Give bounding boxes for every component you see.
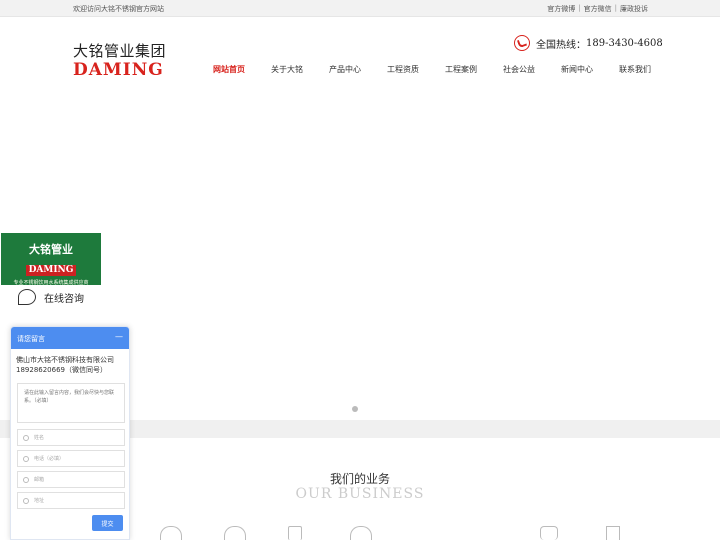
pipe-icon[interactable] bbox=[160, 526, 182, 540]
wechat-link[interactable]: 官方微信 bbox=[584, 4, 612, 14]
name-field[interactable]: 姓名 bbox=[17, 429, 125, 446]
logo-english: DAMING bbox=[73, 60, 164, 80]
logo[interactable]: 大铭管业集团 DAMING bbox=[73, 40, 168, 80]
phone-field[interactable]: 电话（必填） bbox=[17, 450, 125, 467]
house-icon[interactable] bbox=[606, 526, 620, 540]
separator: | bbox=[614, 4, 617, 12]
phone-icon bbox=[514, 35, 530, 51]
elbow-icon[interactable] bbox=[224, 526, 246, 540]
submit-button[interactable]: 提交 bbox=[92, 515, 123, 531]
minimize-button[interactable]: — bbox=[115, 332, 123, 341]
header: 大铭管业集团 DAMING 全国热线： 189-3430-4608 网站首页 关… bbox=[0, 17, 720, 92]
message-textarea[interactable] bbox=[17, 383, 125, 423]
panel-header[interactable]: 请您留言 — bbox=[11, 327, 129, 349]
company-phone: 18928620669（微信同号） bbox=[16, 366, 107, 374]
address-placeholder: 地址 bbox=[34, 498, 45, 504]
complaint-link[interactable]: 廉政投诉 bbox=[620, 4, 648, 14]
main-nav: 网站首页 关于大铭 产品中心 工程资质 工程案例 社会公益 新闻中心 联系我们 bbox=[200, 64, 664, 75]
nav-item-contact[interactable]: 联系我们 bbox=[606, 64, 664, 75]
online-consult[interactable]: 在线咨询 bbox=[18, 289, 84, 305]
nav-item-cases[interactable]: 工程案例 bbox=[432, 64, 490, 75]
nav-item-news[interactable]: 新闻中心 bbox=[548, 64, 606, 75]
hotline: 全国热线： 189-3430-4608 bbox=[514, 35, 663, 51]
weibo-link[interactable]: 官方微博 bbox=[547, 4, 575, 14]
user-icon bbox=[23, 434, 29, 441]
company-name: 佛山市大铭不锈钢科技有限公司 bbox=[16, 356, 114, 364]
chat-icon bbox=[18, 289, 36, 305]
tee-icon[interactable] bbox=[288, 526, 302, 540]
badge-slogan: 专业不锈钢饮用水系统集成供应商 bbox=[13, 280, 89, 286]
nav-item-qualifications[interactable]: 工程资质 bbox=[374, 64, 432, 75]
logo-chinese: 大铭管业集团 bbox=[73, 42, 167, 60]
welcome-text: 欢迎访问大铭不锈钢官方网站 bbox=[73, 5, 164, 13]
badge-title: 大铭管业 bbox=[29, 243, 73, 256]
phone-icon bbox=[23, 455, 29, 462]
slider-dot[interactable] bbox=[352, 406, 358, 412]
valve-icon[interactable] bbox=[540, 526, 558, 540]
company-info: 佛山市大铭不锈钢科技有限公司 18928620669（微信同号） bbox=[11, 349, 129, 375]
nav-item-products[interactable]: 产品中心 bbox=[316, 64, 374, 75]
email-field[interactable]: 邮箱 bbox=[17, 471, 125, 488]
top-bar: 欢迎访问大铭不锈钢官方网站 官方微博 | 官方微信 | 廉政投诉 bbox=[0, 0, 720, 17]
separator: | bbox=[578, 4, 581, 12]
location-icon bbox=[23, 497, 29, 504]
badge-english: DAMING bbox=[25, 265, 77, 276]
bend-icon[interactable] bbox=[350, 526, 372, 540]
address-field[interactable]: 地址 bbox=[17, 492, 125, 509]
nav-item-charity[interactable]: 社会公益 bbox=[490, 64, 548, 75]
side-brand-badge[interactable]: 大铭管业 DAMING 专业不锈钢饮用水系统集成供应商 bbox=[1, 233, 101, 286]
message-panel: 请您留言 — 佛山市大铭不锈钢科技有限公司 18928620669（微信同号） … bbox=[10, 326, 130, 540]
mail-icon bbox=[23, 476, 29, 483]
nav-item-home[interactable]: 网站首页 bbox=[200, 64, 258, 75]
email-placeholder: 邮箱 bbox=[34, 477, 45, 483]
panel-title: 请您留言 bbox=[17, 335, 45, 343]
hotline-number: 189-3430-4608 bbox=[586, 37, 663, 49]
top-links: 官方微博 | 官方微信 | 廉政投诉 bbox=[547, 4, 648, 14]
consult-label: 在线咨询 bbox=[44, 293, 84, 305]
phone-placeholder: 电话（必填） bbox=[34, 456, 65, 462]
nav-item-about[interactable]: 关于大铭 bbox=[258, 64, 316, 75]
hotline-label: 全国热线： bbox=[536, 39, 586, 51]
name-placeholder: 姓名 bbox=[34, 435, 45, 441]
